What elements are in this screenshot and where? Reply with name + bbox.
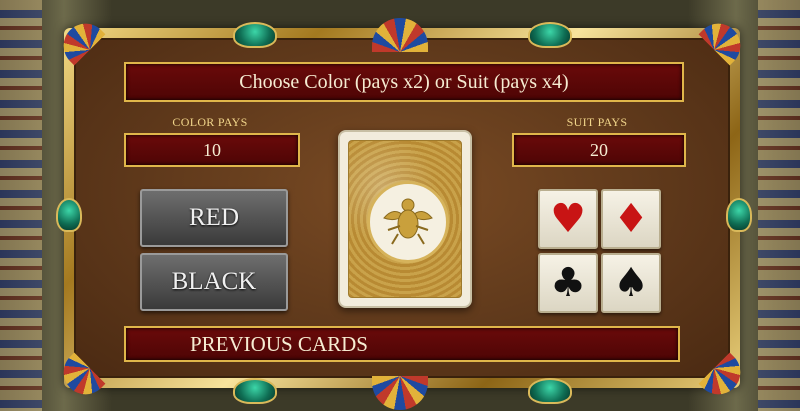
right-pillar-decoration xyxy=(758,0,800,411)
previous-cards-bar[interactable]: PREVIOUS CARDS xyxy=(124,326,680,362)
scarab-gem-ornament xyxy=(233,22,277,48)
diamond-icon: ♦ xyxy=(613,196,649,242)
spades-suit-button[interactable]: ♠ xyxy=(601,253,661,313)
scarab-gem-ornament xyxy=(726,198,752,232)
club-icon: ♣ xyxy=(550,260,586,306)
color-pays-label: COLOR PAYS xyxy=(172,115,248,129)
left-pillar-decoration xyxy=(0,0,42,411)
red-button[interactable]: RED xyxy=(140,189,288,247)
scarab-gem-ornament xyxy=(528,22,572,48)
scarab-gem-ornament xyxy=(233,378,277,404)
face-down-card xyxy=(338,130,472,308)
hearts-suit-button[interactable]: ♥ xyxy=(538,189,598,249)
spade-icon: ♠ xyxy=(613,260,649,306)
scarab-gem-ornament xyxy=(528,378,572,404)
diamonds-suit-button[interactable]: ♦ xyxy=(601,189,661,249)
card-back-pattern xyxy=(348,140,462,298)
suit-pays-label: SUIT PAYS xyxy=(566,115,628,129)
suit-pays-value: 20 xyxy=(512,133,686,167)
instruction-title: Choose Color (pays x2) or Suit (pays x4) xyxy=(124,62,684,102)
clubs-suit-button[interactable]: ♣ xyxy=(538,253,598,313)
scarab-icon xyxy=(367,181,449,263)
heart-icon: ♥ xyxy=(550,196,586,242)
lotus-fan-ornament-bottom xyxy=(372,376,428,410)
color-pays-value: 10 xyxy=(124,133,300,167)
scarab-gem-ornament xyxy=(56,198,82,232)
black-button[interactable]: BLACK xyxy=(140,253,288,311)
lotus-fan-ornament-top xyxy=(372,18,428,52)
